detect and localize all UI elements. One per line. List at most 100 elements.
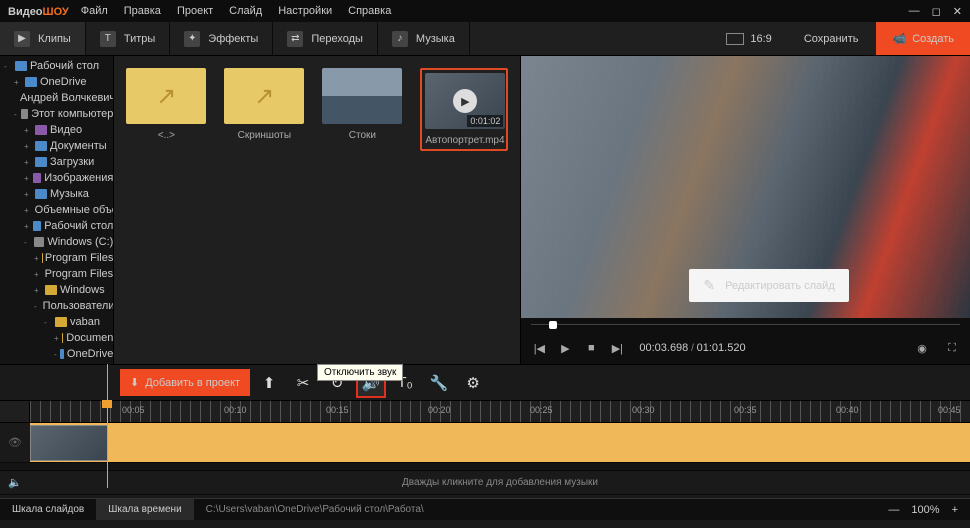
tree-node[interactable]: +Загрузки — [0, 154, 113, 170]
tree-node[interactable]: +Изображения — [0, 170, 113, 186]
ruler-label: 00:20 — [428, 405, 451, 415]
playback-controls: |◀ ▶ ■ ▶| 00:03.698 / 01:01.520 ◉ ⛶ — [521, 332, 970, 364]
tree-node[interactable]: +OneDrive — [0, 74, 113, 90]
tree-node[interactable]: +Рабочий стол — [0, 218, 113, 234]
cut-button[interactable]: ✂ — [288, 368, 318, 398]
add-to-project-button[interactable]: ⬇Добавить в проект — [120, 369, 250, 396]
ruler-label: 00:30 — [632, 405, 655, 415]
music-icon: ♪ — [392, 31, 408, 47]
save-button[interactable]: Сохранить — [786, 22, 877, 55]
create-button[interactable]: 📹Создать — [876, 22, 970, 55]
time-display: 00:03.698 / 01:01.520 — [639, 342, 745, 354]
thumbnail-video[interactable]: ▶0:01:02Автопортрет.mp4 — [420, 68, 508, 151]
next-button[interactable]: ▶| — [609, 340, 625, 356]
toolbar: ⬇Добавить в проект ⬆ ✂ ↻ 🔊 T₀ 🔧 ⚙ — [0, 364, 970, 400]
ruler-label: 00:25 — [530, 405, 553, 415]
zoom-level: 100% — [911, 504, 939, 516]
video-track[interactable]: 👁 — [0, 423, 970, 463]
tree-node[interactable]: -Windows (C:) — [0, 234, 113, 250]
zoom-in-button[interactable]: + — [952, 504, 958, 516]
aspect-ratio[interactable]: 16:9 — [712, 33, 785, 45]
tree-node[interactable]: +Program Files — [0, 250, 113, 266]
tree-node[interactable]: +Documen — [0, 330, 113, 346]
tools-button[interactable]: 🔧 — [424, 368, 454, 398]
play-button[interactable]: ▶ — [557, 340, 573, 356]
tab-titles[interactable]: TТитры — [86, 22, 170, 55]
tab-bar: ▶Клипы TТитры ✦Эффекты ⇄Переходы ♪Музыка… — [0, 22, 970, 56]
ruler-label: 00:35 — [734, 405, 757, 415]
camera-icon: 📹 — [892, 32, 906, 45]
main-menu: Файл Правка Проект Слайд Настройки Справ… — [81, 5, 392, 17]
time-ruler[interactable]: 00:05 00:10 00:15 00:20 00:25 00:30 00:35 00:40… — [0, 401, 970, 423]
tree-node[interactable]: Андрей Волчкевич — [0, 90, 113, 106]
home-button[interactable]: ⬆ — [254, 368, 284, 398]
tree-node[interactable]: -vaban — [0, 314, 113, 330]
speaker-icon[interactable]: 🔈 — [0, 471, 30, 494]
close-button[interactable]: ✕ — [953, 5, 962, 18]
status-bar: Шкала слайдов Шкала времени C:\Users\vab… — [0, 498, 970, 520]
window-controls: — ◻ ✕ — [909, 5, 962, 18]
ruler-label: 00:15 — [326, 405, 349, 415]
tree-node[interactable]: +Объемные объект — [0, 202, 113, 218]
settings-button[interactable]: ⚙ — [458, 368, 488, 398]
tab-transitions[interactable]: ⇄Переходы — [273, 22, 378, 55]
tree-node[interactable]: -Пользователи — [0, 298, 113, 314]
titlebar: ВидеоШОУ Файл Правка Проект Слайд Настро… — [0, 0, 970, 22]
tree-node[interactable]: +Документы — [0, 138, 113, 154]
tree-node[interactable]: +Windows — [0, 282, 113, 298]
ruler-label: 00:45 — [938, 405, 961, 415]
minimize-button[interactable]: — — [909, 5, 920, 18]
menu-file[interactable]: Файл — [81, 5, 108, 17]
thumbnail-photo[interactable]: Стоки — [322, 68, 402, 141]
zoom-controls: — 100% + — [876, 504, 970, 516]
eye-icon[interactable]: 👁 — [0, 423, 30, 462]
tree-node[interactable]: +Видео — [0, 122, 113, 138]
download-icon: ⬇ — [130, 376, 139, 389]
effects-icon: ✦ — [184, 31, 200, 47]
video-clip[interactable] — [30, 425, 108, 461]
file-browser: <..>СкриншотыСтоки▶0:01:02Автопортрет.mp… — [114, 56, 520, 364]
snapshot-button[interactable]: ◉ — [914, 340, 930, 356]
aspect-icon — [726, 33, 744, 45]
tab-music[interactable]: ♪Музыка — [378, 22, 470, 55]
tree-node[interactable]: -Рабочий стол — [0, 58, 113, 74]
menu-project[interactable]: Проект — [177, 5, 213, 17]
slides-scale-button[interactable]: Шкала слайдов — [0, 499, 96, 520]
tab-effects[interactable]: ✦Эффекты — [170, 22, 273, 55]
tab-clips[interactable]: ▶Клипы — [0, 22, 86, 55]
tooltip: Отключить звук — [317, 364, 403, 381]
pencil-icon: ✎ — [703, 277, 715, 294]
seek-bar[interactable] — [521, 318, 970, 332]
menu-slide[interactable]: Слайд — [229, 5, 262, 17]
track-separator — [0, 463, 970, 471]
stop-button[interactable]: ■ — [583, 340, 599, 356]
tree-node[interactable]: +Музыка — [0, 186, 113, 202]
thumbnail-folder[interactable]: Скриншоты — [224, 68, 304, 141]
menu-settings[interactable]: Настройки — [278, 5, 332, 17]
audio-track[interactable]: 🔈 Дважды кликните для добавления музыки — [0, 471, 970, 495]
thumbnail-folder[interactable]: <..> — [126, 68, 206, 141]
ruler-label: 00:10 — [224, 405, 247, 415]
maximize-button[interactable]: ◻ — [932, 5, 941, 18]
tree-node[interactable]: +Program Files (x — [0, 266, 113, 282]
file-tree: -Рабочий стол+OneDriveАндрей Волчкевич-Э… — [0, 56, 114, 364]
seek-handle[interactable] — [549, 321, 557, 329]
video-preview[interactable]: ✎Редактировать слайд — [521, 56, 970, 318]
ruler-label: 00:40 — [836, 405, 859, 415]
titles-icon: T — [100, 31, 116, 47]
ruler-label: 00:05 — [122, 405, 145, 415]
fullscreen-button[interactable]: ⛶ — [944, 340, 960, 356]
path-display: C:\Users\vaban\OneDrive\Рабочий стол\Раб… — [194, 504, 436, 515]
tree-node[interactable]: -OneDrive — [0, 346, 113, 362]
prev-button[interactable]: |◀ — [531, 340, 547, 356]
edit-slide-button[interactable]: ✎Редактировать слайд — [689, 269, 848, 302]
menu-edit[interactable]: Правка — [124, 5, 161, 17]
tree-node[interactable]: +Вложе — [0, 362, 113, 364]
clips-icon: ▶ — [14, 31, 30, 47]
time-scale-button[interactable]: Шкала времени — [96, 499, 193, 520]
menu-help[interactable]: Справка — [348, 5, 391, 17]
app-logo: ВидеоШОУ — [8, 4, 69, 18]
tree-node[interactable]: -Этот компьютер — [0, 106, 113, 122]
zoom-out-button[interactable]: — — [888, 504, 899, 516]
playhead-line[interactable] — [107, 364, 108, 488]
